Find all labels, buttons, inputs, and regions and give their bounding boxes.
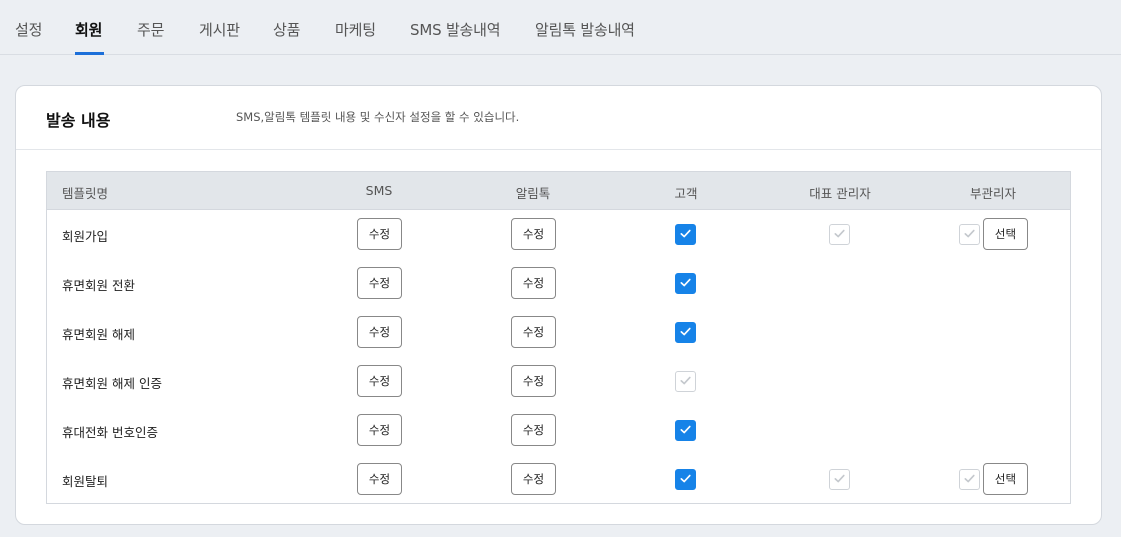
sub-admin-checkbox[interactable] xyxy=(959,469,980,490)
column-header-main-admin: 대표 관리자 xyxy=(809,186,871,201)
column-header-template-name: 템플릿명 xyxy=(62,186,109,201)
alimtalk-edit-button[interactable]: 수정 xyxy=(511,218,556,250)
template-name: 회원탈퇴 xyxy=(62,474,109,489)
table-row: 회원가입 수정 수정 선택 xyxy=(47,210,1070,259)
sms-edit-button[interactable]: 수정 xyxy=(357,463,402,495)
check-icon xyxy=(833,225,846,244)
template-name: 휴대전화 번호인증 xyxy=(62,425,158,440)
column-header-customer: 고객 xyxy=(674,186,698,201)
sub-admin-select-button[interactable]: 선택 xyxy=(983,463,1028,495)
column-header-sub-admin: 부관리자 xyxy=(969,186,1017,201)
check-icon xyxy=(679,225,692,244)
tab-orders[interactable]: 주문 xyxy=(137,19,164,40)
customer-checkbox[interactable] xyxy=(675,224,696,245)
column-header-alimtalk: 알림톡 xyxy=(515,186,551,201)
table-row: 휴면회원 해제 인증 수정 수정 xyxy=(47,357,1070,406)
tab-sms-history[interactable]: SMS 발송내역 xyxy=(410,19,501,40)
check-icon xyxy=(679,372,692,391)
sms-edit-button[interactable]: 수정 xyxy=(357,316,402,348)
template-table: 템플릿명 SMS 알림톡 고객 대표 관리자 부관리자 회원가입 수정 수정 선택 휴면… xyxy=(46,171,1071,504)
check-icon xyxy=(963,225,976,244)
table-row: 회원탈퇴 수정 수정 선택 xyxy=(47,455,1070,504)
check-icon xyxy=(963,470,976,489)
tab-settings[interactable]: 설정 xyxy=(15,19,42,40)
sms-edit-button[interactable]: 수정 xyxy=(357,414,402,446)
check-icon xyxy=(679,470,692,489)
sub-admin-select-button[interactable]: 선택 xyxy=(983,218,1028,250)
main-admin-checkbox[interactable] xyxy=(829,224,850,245)
column-header-sms: SMS xyxy=(365,183,393,198)
template-name: 휴면회원 해제 인증 xyxy=(62,376,162,391)
alimtalk-edit-button[interactable]: 수정 xyxy=(511,267,556,299)
check-icon xyxy=(679,323,692,342)
customer-checkbox[interactable] xyxy=(675,322,696,343)
table-row: 휴대전화 번호인증 수정 수정 xyxy=(47,406,1070,455)
alimtalk-edit-button[interactable]: 수정 xyxy=(511,316,556,348)
card-header: 발송 내용 SMS,알림톡 템플릿 내용 및 수신자 설정을 할 수 있습니다. xyxy=(16,86,1101,150)
template-name: 회원가입 xyxy=(62,229,109,244)
sms-edit-button[interactable]: 수정 xyxy=(357,267,402,299)
section-title: 발송 내용 xyxy=(46,111,111,130)
tab-products[interactable]: 상품 xyxy=(273,19,300,40)
sub-admin-checkbox[interactable] xyxy=(959,224,980,245)
customer-checkbox[interactable] xyxy=(675,273,696,294)
top-tab-bar: 설정 회원 주문 게시판 상품 마케팅 SMS 발송내역 알림톡 발송내역 xyxy=(0,0,1121,55)
check-icon xyxy=(679,421,692,440)
customer-checkbox[interactable] xyxy=(675,371,696,392)
active-tab-indicator xyxy=(75,52,104,55)
send-content-card: 발송 내용 SMS,알림톡 템플릿 내용 및 수신자 설정을 할 수 있습니다.… xyxy=(15,85,1102,525)
check-icon xyxy=(679,274,692,293)
sms-edit-button[interactable]: 수정 xyxy=(357,365,402,397)
tab-board[interactable]: 게시판 xyxy=(199,19,240,40)
sms-edit-button[interactable]: 수정 xyxy=(357,218,402,250)
template-name: 휴면회원 전환 xyxy=(62,278,135,293)
customer-checkbox[interactable] xyxy=(675,420,696,441)
alimtalk-edit-button[interactable]: 수정 xyxy=(511,463,556,495)
check-icon xyxy=(833,470,846,489)
customer-checkbox[interactable] xyxy=(675,469,696,490)
template-name: 휴면회원 해제 xyxy=(62,327,135,342)
table-header: 템플릿명 SMS 알림톡 고객 대표 관리자 부관리자 xyxy=(47,172,1070,210)
table-row: 휴면회원 전환 수정 수정 xyxy=(47,259,1070,308)
section-description: SMS,알림톡 템플릿 내용 및 수신자 설정을 할 수 있습니다. xyxy=(236,110,520,124)
main-admin-checkbox[interactable] xyxy=(829,469,850,490)
tab-alimtalk-history[interactable]: 알림톡 발송내역 xyxy=(535,19,635,40)
tab-marketing[interactable]: 마케팅 xyxy=(335,19,376,40)
table-row: 휴면회원 해제 수정 수정 xyxy=(47,308,1070,357)
tab-members[interactable]: 회원 xyxy=(75,19,102,40)
alimtalk-edit-button[interactable]: 수정 xyxy=(511,365,556,397)
alimtalk-edit-button[interactable]: 수정 xyxy=(511,414,556,446)
